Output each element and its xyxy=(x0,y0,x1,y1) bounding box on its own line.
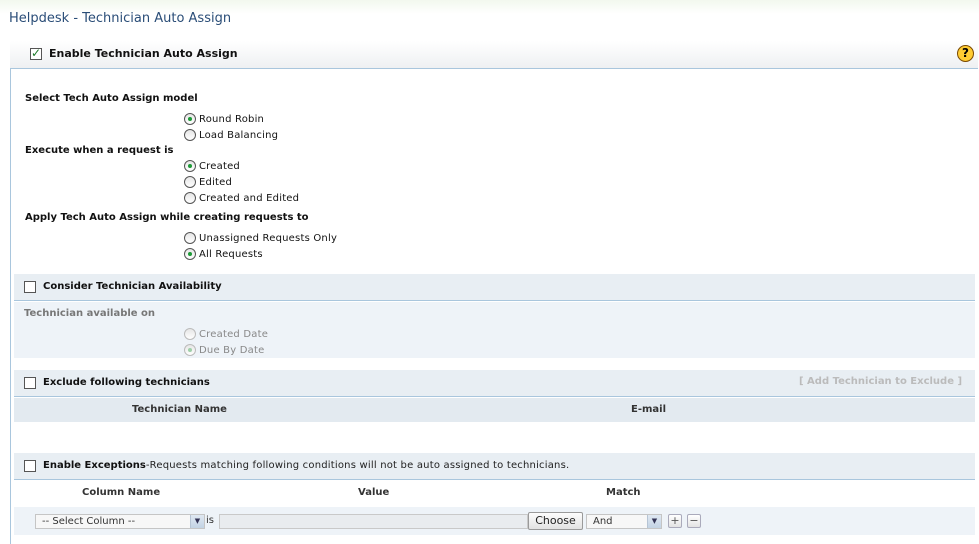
radio-all-requests[interactable]: All Requests xyxy=(184,247,263,261)
radio-due-by-date-label: Due By Date xyxy=(199,344,265,356)
radio-created-and-edited[interactable]: Created and Edited xyxy=(184,191,299,205)
radio-created-date-label: Created Date xyxy=(199,328,269,340)
choose-button[interactable]: Choose xyxy=(528,512,583,530)
exceptions-label: Enable Exceptions-Requests matching foll… xyxy=(43,460,569,471)
availability-bar: Consider Technician Availability xyxy=(14,274,975,301)
column-column-name: Column Name xyxy=(82,487,161,498)
radio-icon[interactable] xyxy=(184,113,196,125)
radio-created-and-edited-label: Created and Edited xyxy=(199,192,300,204)
availability-label: Consider Technician Availability xyxy=(43,281,222,292)
column-email: E-mail xyxy=(631,404,667,415)
radio-icon[interactable] xyxy=(184,232,196,244)
radio-icon[interactable] xyxy=(184,192,196,204)
radio-due-by-date[interactable]: Due By Date xyxy=(184,343,264,357)
add-condition-button[interactable]: + xyxy=(668,514,682,528)
chevron-down-icon[interactable]: ▼ xyxy=(647,515,661,528)
column-select[interactable]: -- Select Column -- ▼ xyxy=(35,514,205,529)
enable-auto-assign-label: Enable Technician Auto Assign xyxy=(49,47,238,60)
value-input[interactable] xyxy=(219,514,528,529)
radio-load-balancing-label: Load Balancing xyxy=(199,129,279,141)
radio-created[interactable]: Created xyxy=(184,159,240,173)
radio-icon[interactable] xyxy=(184,129,196,141)
match-select-value: And xyxy=(593,516,613,527)
exception-condition-row: -- Select Column -- ▼ is Choose And ▼ + … xyxy=(14,507,975,535)
radio-icon[interactable] xyxy=(184,176,196,188)
radio-round-robin-label: Round Robin xyxy=(199,113,265,125)
technician-available-on-label: Technician available on xyxy=(24,308,156,319)
enable-auto-assign-checkbox[interactable] xyxy=(30,46,42,60)
radio-unassigned-only[interactable]: Unassigned Requests Only xyxy=(184,231,337,245)
exceptions-title: Enable Exceptions xyxy=(43,460,146,471)
exceptions-note: -Requests matching following conditions … xyxy=(145,460,570,471)
availability-checkbox[interactable] xyxy=(24,281,36,293)
add-technician-to-exclude-link[interactable]: [ Add Technician to Exclude ] xyxy=(799,376,962,387)
exclude-label: Exclude following technicians xyxy=(43,377,210,388)
radio-load-balancing[interactable]: Load Balancing xyxy=(184,128,278,142)
match-select[interactable]: And ▼ xyxy=(586,514,662,529)
apply-label: Apply Tech Auto Assign while creating re… xyxy=(25,212,309,223)
radio-edited-label: Edited xyxy=(199,176,233,188)
column-match: Match xyxy=(606,487,641,498)
exceptions-table-header: Column Name Value Match xyxy=(14,481,975,505)
radio-unassigned-only-label: Unassigned Requests Only xyxy=(199,232,338,244)
help-icon[interactable]: ? xyxy=(957,45,974,62)
radio-all-requests-label: All Requests xyxy=(199,248,263,260)
remove-condition-button[interactable]: − xyxy=(687,514,701,528)
radio-icon[interactable] xyxy=(184,344,196,356)
radio-round-robin[interactable]: Round Robin xyxy=(184,112,264,126)
page-title: Helpdesk - Technician Auto Assign xyxy=(9,11,232,26)
column-technician-name: Technician Name xyxy=(132,404,227,415)
radio-edited[interactable]: Edited xyxy=(184,175,232,189)
column-select-value: -- Select Column -- xyxy=(42,516,136,527)
radio-created-date[interactable]: Created Date xyxy=(184,327,268,341)
exceptions-bar: Enable Exceptions-Requests matching foll… xyxy=(14,453,975,480)
chevron-down-icon[interactable]: ▼ xyxy=(190,515,204,528)
radio-icon[interactable] xyxy=(184,160,196,172)
radio-created-label: Created xyxy=(199,160,240,172)
model-label: Select Tech Auto Assign model xyxy=(25,93,198,104)
exclude-checkbox[interactable] xyxy=(24,377,36,389)
radio-icon[interactable] xyxy=(184,328,196,340)
column-value: Value xyxy=(358,487,390,498)
availability-panel: Technician available on Created Date Due… xyxy=(14,302,975,358)
is-label: is xyxy=(206,515,214,526)
exclude-bar: Exclude following technicians [ Add Tech… xyxy=(14,370,975,397)
enable-auto-assign-bar: Enable Technician Auto Assign ? xyxy=(10,41,978,69)
exclude-table-header: Technician Name E-mail xyxy=(14,398,975,422)
exceptions-checkbox[interactable] xyxy=(24,460,36,472)
execute-label: Execute when a request is xyxy=(25,145,174,156)
radio-icon[interactable] xyxy=(184,248,196,260)
